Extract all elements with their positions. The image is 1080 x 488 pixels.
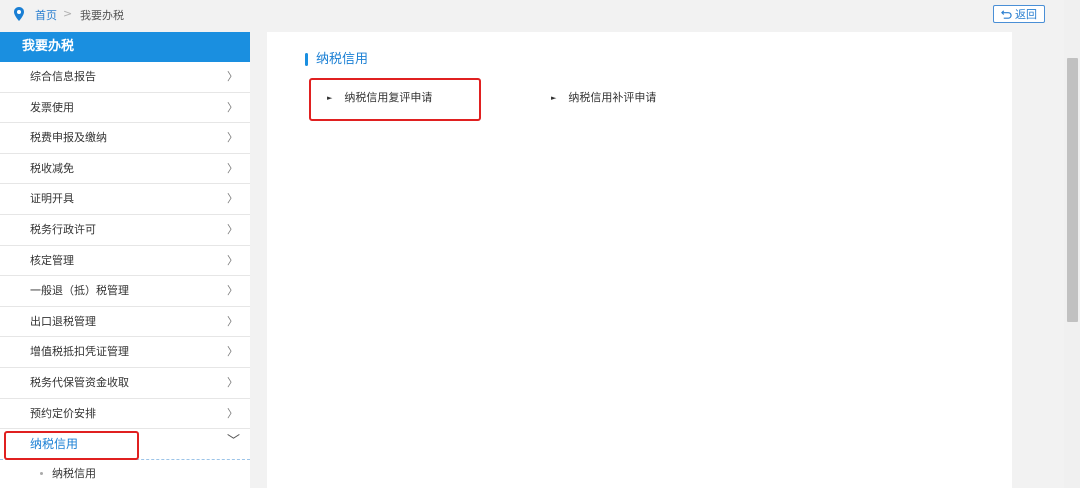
- sidebar-item-custody-funds[interactable]: 税务代保管资金收取 〉: [0, 368, 250, 399]
- back-button-label: 返回: [1015, 8, 1037, 21]
- chevron-right-icon: 〉: [227, 192, 238, 206]
- sidebar-item-label: 证明开具: [30, 192, 74, 206]
- breadcrumb-separator: >: [63, 7, 73, 20]
- sidebar-item-label: 核定管理: [30, 253, 74, 267]
- section-title: 纳税信用: [305, 52, 368, 67]
- chevron-right-icon: 〉: [227, 70, 238, 83]
- sidebar-item-tax-declaration-payment[interactable]: 税费申报及缴纳 〉: [0, 123, 250, 154]
- sidebar-item-export-refund[interactable]: 出口退税管理 〉: [0, 307, 250, 338]
- main-panel: 纳税信用 ► 纳税信用复评申请 ► 纳税信用补评申请: [267, 32, 1012, 488]
- chevron-right-icon: 〉: [227, 375, 238, 389]
- chevron-right-icon: 〉: [227, 100, 238, 114]
- scrollbar-thumb[interactable]: [1067, 58, 1078, 322]
- option-label: 纳税信用补评申请: [568, 91, 657, 104]
- sidebar-item-label: 税务代保管资金收取: [30, 375, 129, 389]
- option-credit-re-evaluation[interactable]: ► 纳税信用复评申请: [327, 91, 432, 105]
- sidebar-item-label: 综合信息报告: [30, 70, 96, 83]
- breadcrumb-bar: 首页 > 我要办税 返回: [0, 0, 1064, 28]
- sidebar-item-general-refund[interactable]: 一般退（抵）税管理 〉: [0, 276, 250, 307]
- chevron-down-icon: ﹀: [226, 434, 240, 450]
- chevron-right-icon: 〉: [227, 406, 238, 420]
- option-credit-supplementary-evaluation[interactable]: ► 纳税信用补评申请: [551, 91, 656, 105]
- location-pin-icon: [14, 7, 24, 21]
- chevron-right-icon: 〉: [227, 314, 238, 328]
- breadcrumb-current: 我要办税: [80, 9, 124, 22]
- sidebar-item-certificate-issuance[interactable]: 证明开具 〉: [0, 184, 250, 215]
- sidebar-item-advance-pricing[interactable]: 预约定价安排 〉: [0, 399, 250, 430]
- return-arrow-icon: [1001, 9, 1012, 19]
- option-label: 纳税信用复评申请: [344, 91, 433, 104]
- chevron-right-icon: 〉: [227, 253, 238, 267]
- sidebar-item-comprehensive-info-report[interactable]: 综合信息报告 〉: [0, 62, 250, 93]
- chevron-right-icon: 〉: [227, 131, 238, 145]
- sidebar-item-label: 税收减免: [30, 161, 74, 175]
- sidebar: 我要办税 综合信息报告〉 发票使用〉 税费申报及缴纳〉 税收减免〉 证明开具〉 …: [0, 32, 250, 488]
- sidebar-item-assessment-management[interactable]: 核定管理 〉: [0, 246, 250, 277]
- sidebar-title: 我要办税: [0, 32, 250, 62]
- breadcrumb-home-link[interactable]: 首页: [35, 7, 57, 23]
- sidebar-item-label: 税费申报及缴纳: [30, 131, 107, 145]
- sidebar-menu: 综合信息报告〉 发票使用〉 税费申报及缴纳〉 税收减免〉 证明开具〉 税务行政许…: [0, 62, 250, 460]
- sidebar-item-tax-reduction[interactable]: 税收减免 〉: [0, 154, 250, 185]
- chevron-right-icon: 〉: [227, 161, 238, 175]
- sidebar-item-tax-credit[interactable]: 纳税信用 ﹀: [0, 429, 250, 460]
- chevron-right-icon: 〉: [227, 284, 238, 298]
- sidebar-item-label: 出口退税管理: [30, 314, 96, 328]
- sidebar-item-label: 税务行政许可: [30, 222, 96, 236]
- chevron-right-icon: 〉: [227, 345, 238, 359]
- triangle-right-icon: ►: [551, 94, 557, 102]
- sidebar-item-label: 一般退（抵）税管理: [30, 284, 129, 298]
- vertical-scrollbar[interactable]: [1064, 0, 1080, 488]
- sidebar-item-label: 增值税抵扣凭证管理: [30, 345, 129, 359]
- sidebar-item-invoice-use[interactable]: 发票使用 〉: [0, 93, 250, 124]
- sidebar-subitem-tax-credit[interactable]: 纳税信用: [0, 460, 250, 488]
- sidebar-item-vat-deduction[interactable]: 增值税抵扣凭证管理 〉: [0, 337, 250, 368]
- sidebar-item-label: 纳税信用: [30, 437, 79, 452]
- chevron-right-icon: 〉: [227, 222, 238, 236]
- sidebar-item-label: 发票使用: [30, 100, 74, 114]
- sidebar-item-label: 预约定价安排: [30, 406, 96, 420]
- triangle-right-icon: ►: [327, 94, 333, 102]
- back-button[interactable]: 返回: [993, 5, 1045, 23]
- sidebar-subitem-label: 纳税信用: [52, 466, 96, 480]
- bullet-dot-icon: [40, 472, 43, 476]
- sidebar-item-tax-admin-license[interactable]: 税务行政许可 〉: [0, 215, 250, 246]
